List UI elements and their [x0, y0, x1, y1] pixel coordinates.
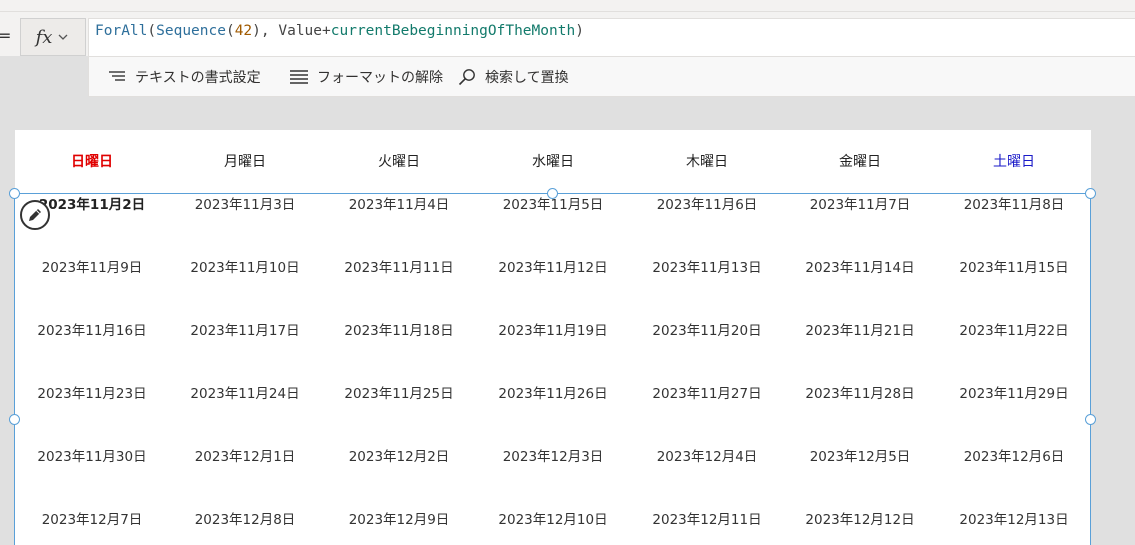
formula-input[interactable]: ForAll(Sequence(42), Value+currentBebegi… — [88, 18, 1135, 60]
remove-format-button[interactable]: フォーマットの解除 — [289, 57, 443, 97]
calendar-date-cell[interactable]: 2023年12月13日 — [937, 508, 1091, 528]
weekday-header: 木曜日 — [686, 154, 728, 170]
calendar-date-cell[interactable]: 2023年11月8日 — [937, 193, 1091, 213]
formula-token: currentBebeginningOfTheMonth — [330, 23, 576, 39]
top-strip — [0, 0, 1135, 12]
calendar-date-cell[interactable]: 2023年11月16日 — [15, 319, 169, 339]
formula-token: ), Value+ — [252, 23, 331, 39]
weekday-header: 日曜日 — [71, 154, 113, 170]
calendar-date-cell[interactable]: 2023年11月17日 — [168, 319, 322, 339]
formula-token: ForAll — [95, 23, 148, 39]
calendar-date-cell[interactable]: 2023年11月7日 — [783, 193, 937, 213]
chevron-down-icon — [58, 34, 68, 40]
formula-token: ) — [575, 23, 584, 39]
format-text-icon — [109, 71, 125, 81]
formula-token: 42 — [234, 23, 253, 39]
calendar-date-cell[interactable]: 2023年11月4日 — [322, 193, 476, 213]
weekday-header: 水曜日 — [532, 154, 574, 170]
edit-gallery-button[interactable] — [20, 200, 50, 230]
calendar-date-cell[interactable]: 2023年11月20日 — [630, 319, 784, 339]
calendar-date-cell[interactable]: 2023年11月3日 — [168, 193, 322, 213]
calendar-date-cell[interactable]: 2023年12月8日 — [168, 508, 322, 528]
resize-handle-middle-right[interactable] — [1085, 414, 1096, 425]
calendar-date-cell[interactable]: 2023年12月1日 — [168, 445, 322, 465]
find-replace-button[interactable]: 検索して置換 — [457, 57, 569, 97]
calendar-date-cell[interactable]: 2023年11月26日 — [476, 382, 630, 402]
calendar-date-cell[interactable]: 2023年12月3日 — [476, 445, 630, 465]
formula-bar: = fx ForAll(Sequence(42), Value+currentB… — [0, 12, 1135, 60]
calendar-date-cell[interactable]: 2023年11月23日 — [15, 382, 169, 402]
weekday-header: 土曜日 — [993, 154, 1035, 170]
calendar-date-cell[interactable]: 2023年11月6日 — [630, 193, 784, 213]
resize-handle-top-center[interactable] — [547, 188, 558, 199]
calendar-date-cell[interactable]: 2023年11月25日 — [322, 382, 476, 402]
fx-label: fx — [35, 26, 53, 48]
calendar-date-cell[interactable]: 2023年11月28日 — [783, 382, 937, 402]
formula-token: ( — [147, 23, 157, 39]
calendar-date-cell[interactable]: 2023年12月9日 — [322, 508, 476, 528]
calendar-date-cell[interactable]: 2023年11月21日 — [783, 319, 937, 339]
formula-token: ( — [225, 23, 235, 39]
weekday-header: 月曜日 — [224, 154, 266, 170]
calendar-date-cell[interactable]: 2023年11月29日 — [937, 382, 1091, 402]
calendar-date-cell[interactable]: 2023年11月27日 — [630, 382, 784, 402]
calendar-date-cell[interactable]: 2023年11月14日 — [783, 256, 937, 276]
calendar-date-cell[interactable]: 2023年11月19日 — [476, 319, 630, 339]
weekday-header: 火曜日 — [378, 154, 420, 170]
weekday-header: 金曜日 — [839, 154, 881, 170]
calendar-date-cell[interactable]: 2023年12月10日 — [476, 508, 630, 528]
calendar-date-cell[interactable]: 2023年11月10日 — [168, 256, 322, 276]
resize-handle-top-left[interactable] — [9, 188, 20, 199]
formula-toolbar: テキストの書式設定 フォーマットの解除 検索して置換 — [88, 56, 1135, 97]
remove-format-label: フォーマットの解除 — [317, 70, 443, 86]
calendar-date-cell[interactable]: 2023年12月4日 — [630, 445, 784, 465]
calendar-date-cell[interactable]: 2023年11月22日 — [937, 319, 1091, 339]
calendar-date-cell[interactable]: 2023年12月2日 — [322, 445, 476, 465]
remove-format-icon — [290, 70, 308, 84]
calendar-date-cell[interactable]: 2023年12月11日 — [630, 508, 784, 528]
calendar-date-cell[interactable]: 2023年12月12日 — [783, 508, 937, 528]
calendar-date-cell[interactable]: 2023年11月24日 — [168, 382, 322, 402]
search-icon — [458, 69, 475, 86]
equals-sign: = — [0, 26, 12, 45]
calendar-date-cell[interactable]: 2023年11月15日 — [937, 256, 1091, 276]
formula-token: Sequence — [156, 23, 226, 39]
calendar-date-cell[interactable]: 2023年12月7日 — [15, 508, 169, 528]
calendar-date-cell[interactable]: 2023年12月6日 — [937, 445, 1091, 465]
resize-handle-top-right[interactable] — [1085, 188, 1096, 199]
format-text-button[interactable]: テキストの書式設定 — [107, 57, 261, 97]
format-text-label: テキストの書式設定 — [135, 70, 261, 86]
calendar-date-cell[interactable]: 2023年11月11日 — [322, 256, 476, 276]
calendar-date-cell[interactable]: 2023年11月30日 — [15, 445, 169, 465]
fx-dropdown-button[interactable]: fx — [20, 18, 86, 56]
calendar-date-cell[interactable]: 2023年11月12日 — [476, 256, 630, 276]
resize-handle-middle-left[interactable] — [9, 414, 20, 425]
calendar-date-cell[interactable]: 2023年11月13日 — [630, 256, 784, 276]
pencil-icon — [29, 209, 41, 221]
find-replace-label: 検索して置換 — [485, 70, 569, 86]
calendar-date-cell[interactable]: 2023年11月9日 — [15, 256, 169, 276]
calendar-date-cell[interactable]: 2023年12月5日 — [783, 445, 937, 465]
calendar-date-cell[interactable]: 2023年11月18日 — [322, 319, 476, 339]
